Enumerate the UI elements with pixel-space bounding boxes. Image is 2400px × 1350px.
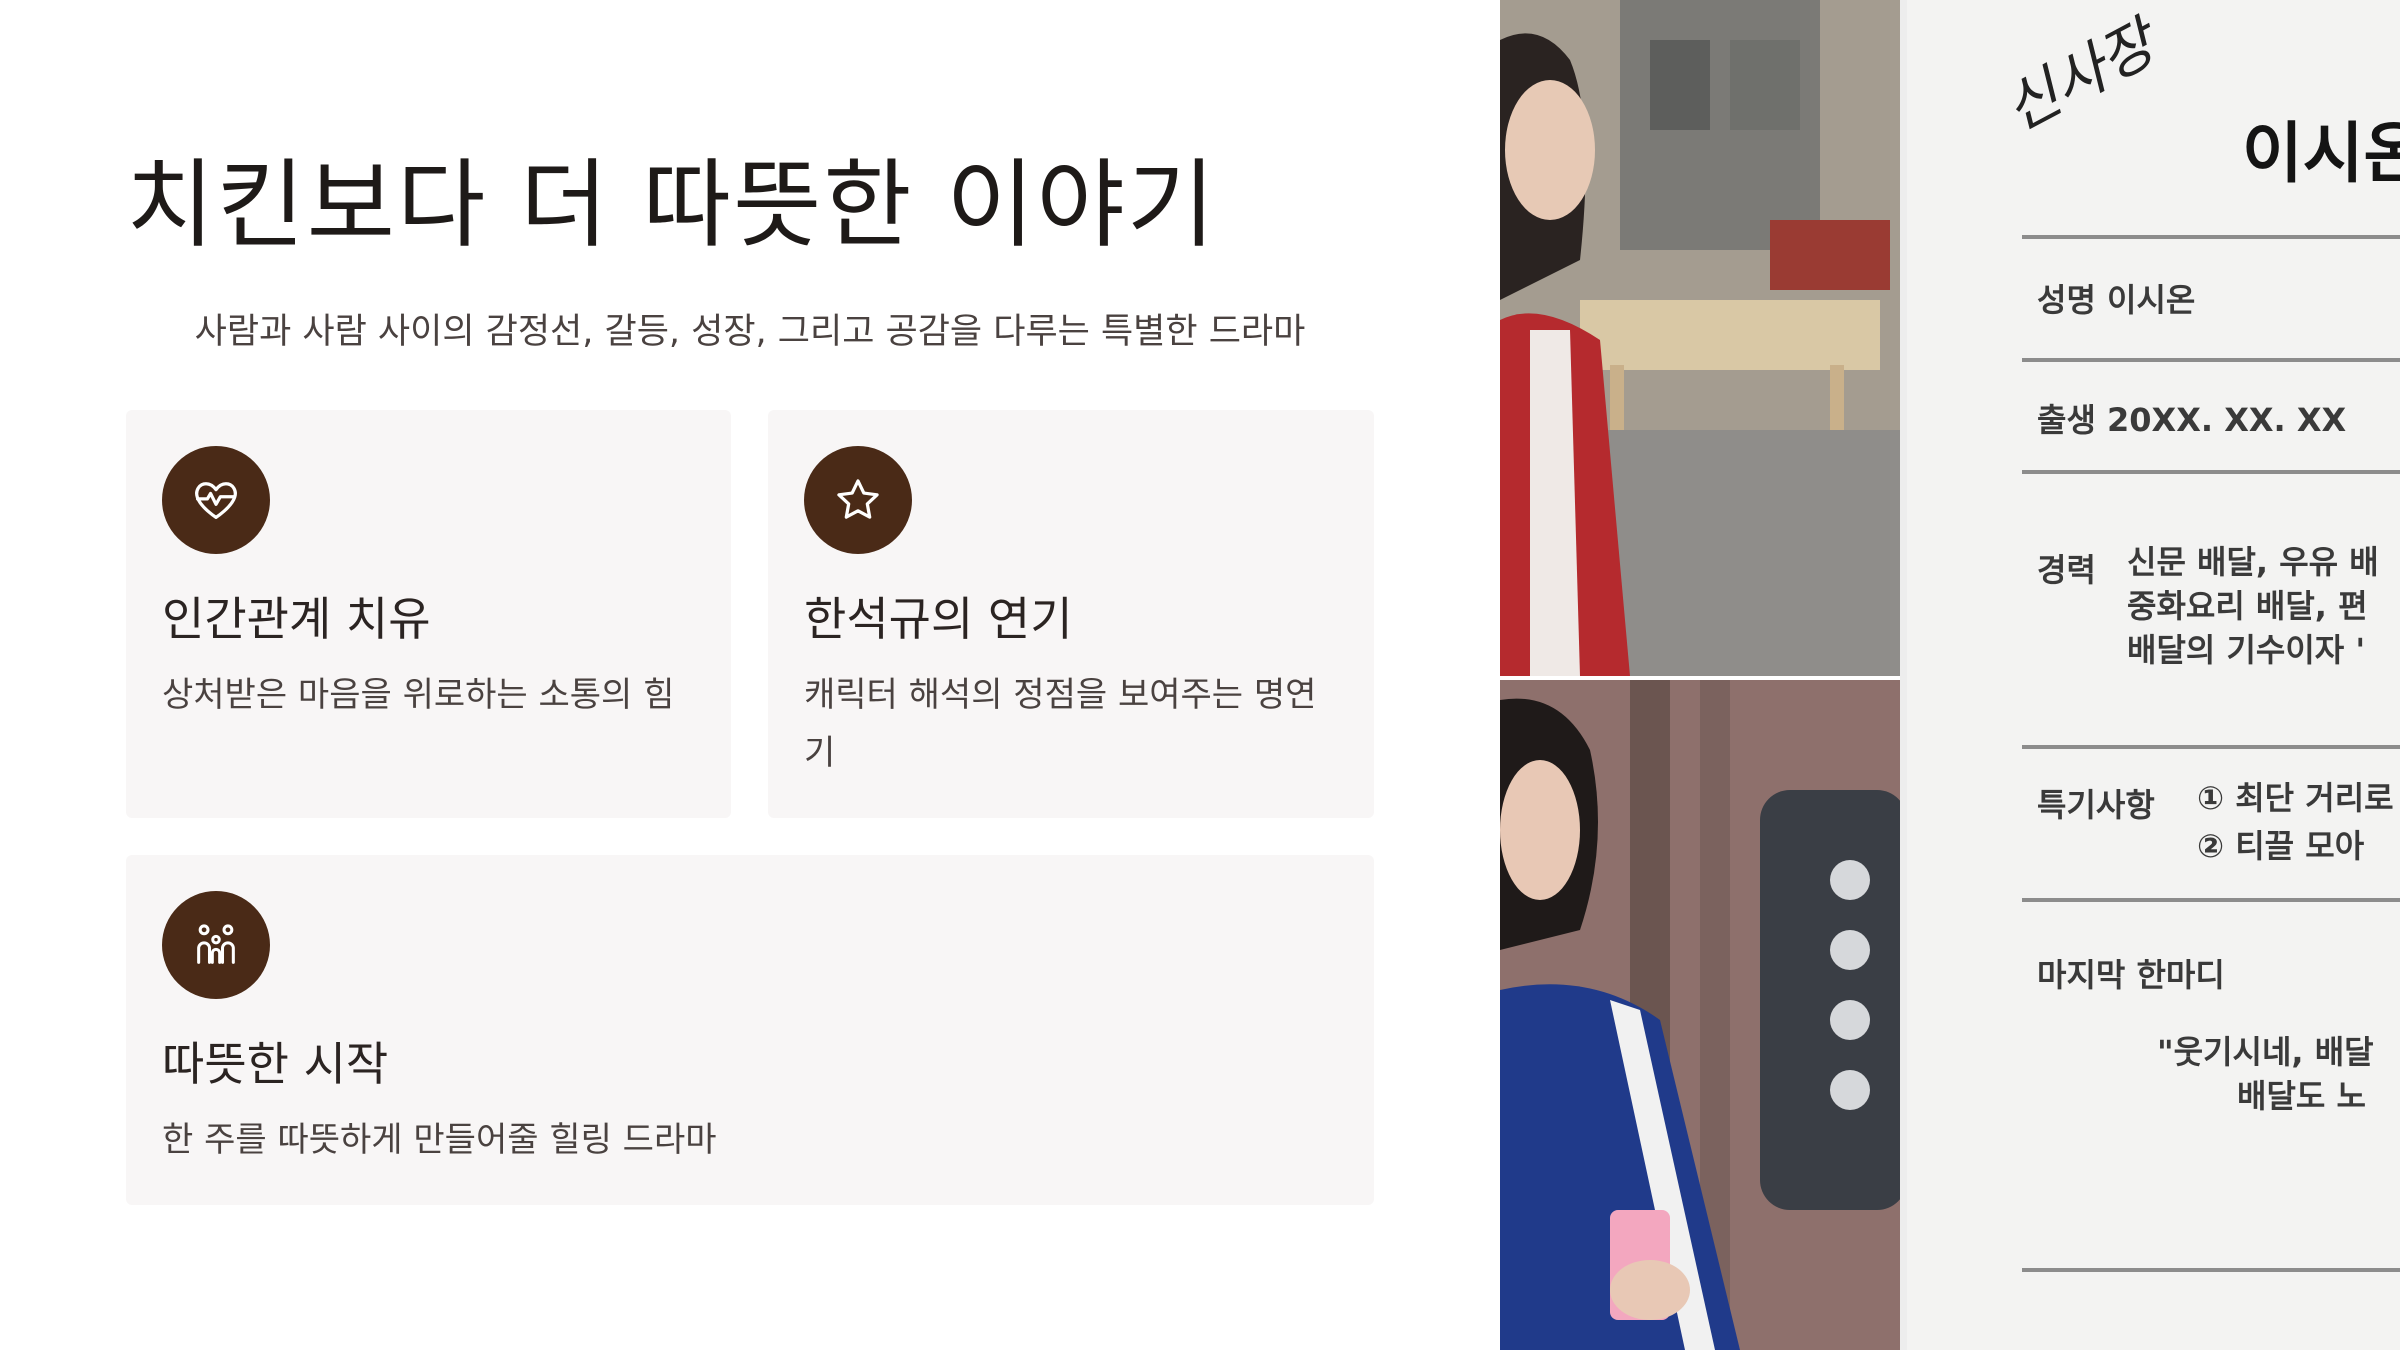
document-rule (2022, 358, 2400, 362)
document-career-label: 경력 (2037, 551, 2096, 589)
document-rule (2022, 1268, 2400, 1272)
document-career-line: 중화요리 배달, 편 (2127, 587, 2368, 625)
document-career-line: 신문 배달, 우유 배 (2127, 543, 2379, 581)
document-special-line: ② 티끌 모아 (2197, 827, 2365, 865)
document-name: 이시온 (2242, 115, 2400, 192)
family-icon (162, 891, 270, 999)
card-description: 상처받은 마음을 위로하는 소통의 힘 (162, 675, 675, 715)
document-rule (2022, 745, 2400, 749)
document-quote-line: 배달도 노 (2237, 1077, 2366, 1115)
slide-subtitle: 사람과 사람 사이의 감정선, 갈등, 성장, 그리고 공감을 다루는 특별한 … (194, 312, 1306, 352)
card-title: 한석규의 연기 (804, 592, 1073, 646)
document-field-name: 성명 이시온 (2037, 281, 2196, 319)
document-special-label: 특기사항 (2037, 786, 2155, 824)
signature-logo: 신사장 (1992, 8, 2167, 145)
street-photo-blue-jacket (1500, 680, 1907, 1350)
card-description: 한 주를 따뜻하게 만들어줄 힐링 드라마 (162, 1120, 717, 1160)
document-rule (2022, 470, 2400, 474)
card-description: 캐릭터 해석의 정점을 보여주는 명연기 (804, 675, 1317, 773)
resume-document: 신사장 이시온 성명 이시온 출생 20XX. XX. XX 경력 신문 배달,… (1907, 0, 2400, 1350)
street-photo-red-jacket (1500, 0, 1907, 676)
slide-title: 치킨보다 더 따뜻한 이야기 (126, 149, 1218, 261)
document-rule (2022, 898, 2400, 902)
document-quote-line: "웃기시네, 배달 (2157, 1033, 2374, 1071)
document-career-line: 배달의 기수이자 ' (2127, 631, 2366, 669)
star-icon (804, 446, 912, 554)
card-title: 인간관계 치유 (162, 592, 431, 646)
heart-pulse-icon (162, 446, 270, 554)
feature-card-healing: 인간관계 치유 상처받은 마음을 위로하는 소통의 힘 (126, 410, 731, 818)
slide: 치킨보다 더 따뜻한 이야기 사람과 사람 사이의 감정선, 갈등, 성장, 그… (0, 0, 2400, 1350)
document-field-birth: 출생 20XX. XX. XX (2037, 401, 2347, 439)
document-special-line: ① 최단 거리로 (2197, 779, 2394, 817)
photo-collage: 신사장 이시온 성명 이시온 출생 20XX. XX. XX 경력 신문 배달,… (1500, 0, 2400, 1350)
document-rule (2022, 235, 2400, 239)
feature-card-acting: 한석규의 연기 캐릭터 해석의 정점을 보여주는 명연기 (768, 410, 1374, 818)
feature-card-warm-start: 따뜻한 시작 한 주를 따뜻하게 만들어줄 힐링 드라마 (126, 855, 1374, 1205)
document-last-word-label: 마지막 한마디 (2037, 956, 2225, 994)
card-title: 따뜻한 시작 (162, 1037, 389, 1091)
